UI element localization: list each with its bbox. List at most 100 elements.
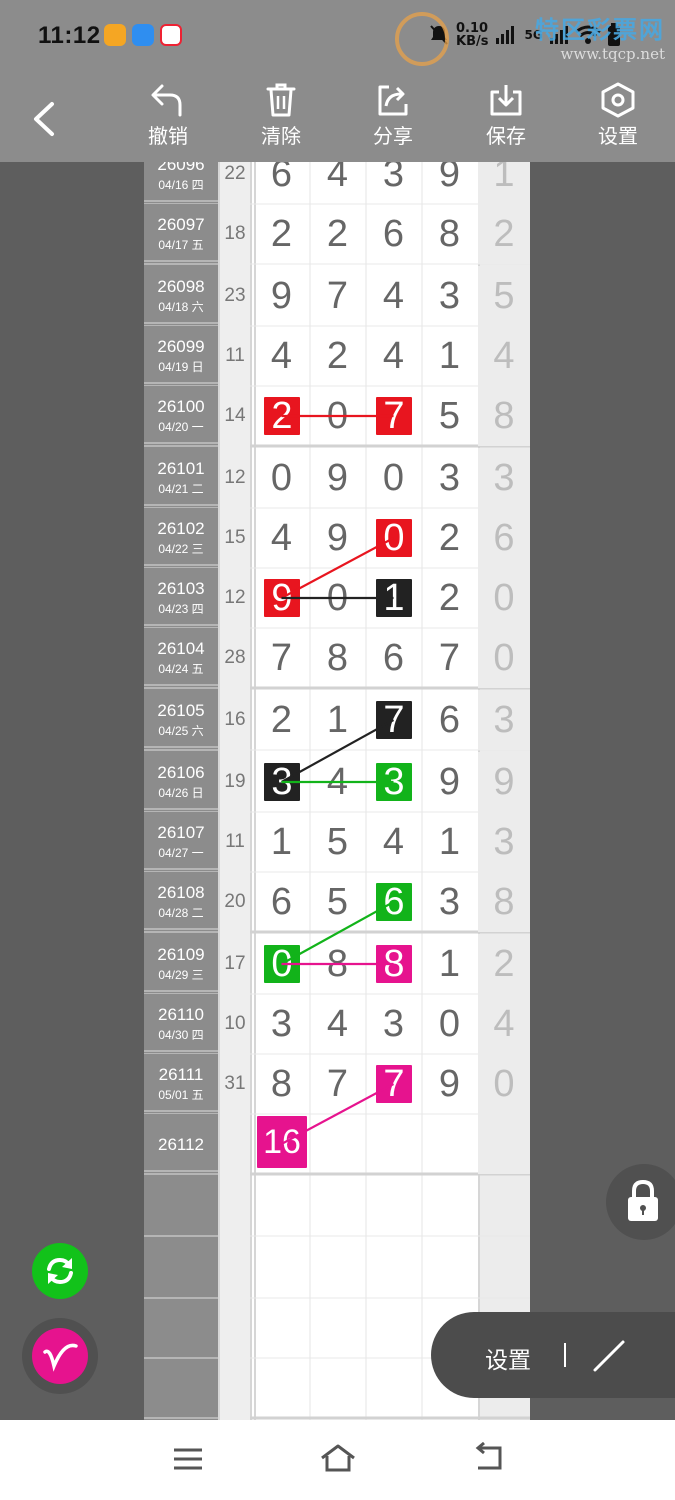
digit-cell[interactable]: 6 bbox=[366, 872, 421, 932]
digit-cell[interactable]: 0 bbox=[366, 448, 421, 508]
digit-cell[interactable]: 4 bbox=[254, 508, 309, 568]
digit-cell[interactable]: 4 bbox=[254, 326, 309, 386]
digit-cell[interactable]: 6 bbox=[254, 162, 309, 204]
net-speed: 0.10 KB/s bbox=[456, 22, 488, 48]
digit-cell[interactable]: 8 bbox=[254, 1054, 309, 1114]
digit-cell[interactable]: 5 bbox=[422, 386, 477, 446]
digit-cell[interactable]: 0 bbox=[422, 994, 477, 1054]
digit-cell[interactable]: 0 bbox=[254, 934, 309, 994]
digit-cell[interactable]: 2 bbox=[310, 326, 365, 386]
digit-cell[interactable]: 2 bbox=[422, 568, 477, 628]
digit-cell[interactable]: 8 bbox=[422, 204, 477, 264]
digit-cell[interactable] bbox=[366, 1114, 421, 1174]
share-button[interactable]: 分享 bbox=[353, 82, 433, 149]
sum-cell: 14 bbox=[220, 386, 250, 446]
undo-icon bbox=[151, 84, 182, 117]
line-tool-icon[interactable] bbox=[589, 1336, 629, 1376]
digit-cell[interactable]: 8 bbox=[310, 628, 365, 688]
digit-cell[interactable]: 4 bbox=[310, 752, 365, 812]
digit-cell[interactable]: 9 bbox=[422, 752, 477, 812]
digit-cell[interactable]: 0 bbox=[254, 448, 309, 508]
brush-button[interactable] bbox=[32, 1328, 88, 1384]
digit-cell[interactable]: 9 bbox=[254, 266, 309, 326]
digit-cell[interactable]: 16 bbox=[254, 1114, 309, 1174]
menu-icon[interactable] bbox=[170, 1444, 206, 1474]
digit-cell[interactable]: 6 bbox=[254, 872, 309, 932]
digit-cell[interactable]: 9 bbox=[254, 568, 309, 628]
digit-cell[interactable]: 1 bbox=[422, 934, 477, 994]
back-nav-icon[interactable] bbox=[470, 1442, 506, 1474]
extra-cell: 5 bbox=[478, 266, 530, 326]
digit-cell[interactable]: 2 bbox=[254, 386, 309, 446]
digit-cell[interactable]: 3 bbox=[366, 752, 421, 812]
drawing-settings-label[interactable]: 设置 bbox=[485, 1341, 531, 1375]
digit-cell[interactable]: 3 bbox=[422, 448, 477, 508]
digit-cell[interactable]: 1 bbox=[366, 568, 421, 628]
refresh-button[interactable] bbox=[32, 1243, 88, 1299]
share-label: 分享 bbox=[373, 124, 413, 148]
digit-cell[interactable]: 5 bbox=[310, 872, 365, 932]
digit-cell[interactable]: 9 bbox=[310, 448, 365, 508]
digit-cell[interactable]: 7 bbox=[366, 386, 421, 446]
digit-cell[interactable]: 9 bbox=[310, 508, 365, 568]
digit-cell[interactable]: 1 bbox=[310, 690, 365, 750]
digit-cell[interactable]: 4 bbox=[366, 812, 421, 872]
digit-cell[interactable]: 2 bbox=[254, 690, 309, 750]
digit-cell[interactable]: 3 bbox=[366, 162, 421, 204]
undo-button[interactable]: 撤销 bbox=[128, 82, 208, 149]
digit-cell[interactable]: 9 bbox=[422, 162, 477, 204]
digit-cell[interactable]: 7 bbox=[254, 628, 309, 688]
drawing-settings-pill[interactable]: 设置 bbox=[431, 1312, 675, 1398]
digit-cell[interactable]: 7 bbox=[422, 628, 477, 688]
digit-cell[interactable]: 4 bbox=[366, 326, 421, 386]
issue-date: 04/28 二 bbox=[158, 906, 204, 920]
extra-cell: 3 bbox=[478, 690, 530, 750]
digit-cell[interactable]: 3 bbox=[422, 872, 477, 932]
digit-cell[interactable]: 2 bbox=[254, 204, 309, 264]
extra-cell: 0 bbox=[478, 1054, 530, 1114]
digit-cell[interactable]: 0 bbox=[310, 386, 365, 446]
digit-cell[interactable]: 6 bbox=[366, 628, 421, 688]
highlighted-digit: 3 bbox=[376, 763, 412, 801]
digit-cell[interactable]: 3 bbox=[366, 994, 421, 1054]
sum-cell: 19 bbox=[220, 752, 250, 812]
digit-cell[interactable]: 7 bbox=[366, 1054, 421, 1114]
digit-cell[interactable]: 3 bbox=[254, 994, 309, 1054]
digit-cell[interactable]: 6 bbox=[366, 204, 421, 264]
back-button[interactable] bbox=[22, 96, 68, 142]
digit-cell[interactable]: 0 bbox=[310, 568, 365, 628]
digit-cell[interactable]: 4 bbox=[366, 266, 421, 326]
digit-cell[interactable]: 1 bbox=[422, 326, 477, 386]
chevron-left-icon bbox=[34, 102, 54, 136]
digit-cell[interactable]: 9 bbox=[422, 1054, 477, 1114]
digit-cell[interactable]: 8 bbox=[310, 934, 365, 994]
digit-cell[interactable]: 7 bbox=[366, 690, 421, 750]
digit-cell[interactable]: 0 bbox=[366, 508, 421, 568]
issue-date: 04/18 六 bbox=[158, 300, 204, 314]
sum-cell: 23 bbox=[220, 266, 250, 326]
digit-cell[interactable]: 7 bbox=[310, 266, 365, 326]
digit-cell[interactable] bbox=[310, 1114, 365, 1174]
digit-cell[interactable]: 1 bbox=[254, 812, 309, 872]
digit-cell[interactable]: 2 bbox=[422, 508, 477, 568]
clear-button[interactable]: 清除 bbox=[241, 82, 321, 149]
digit-cell[interactable]: 7 bbox=[310, 1054, 365, 1114]
home-icon[interactable] bbox=[318, 1442, 358, 1474]
digit-cell[interactable]: 8 bbox=[366, 934, 421, 994]
digit-cell[interactable]: 4 bbox=[310, 994, 365, 1054]
digit-cell[interactable] bbox=[422, 1114, 477, 1174]
table-row: 26101 04/21 二 12 0 9 0 3 3 bbox=[144, 448, 530, 508]
digit-cell[interactable]: 3 bbox=[254, 752, 309, 812]
digit-cell[interactable]: 2 bbox=[310, 204, 365, 264]
digit-cell[interactable]: 1 bbox=[422, 812, 477, 872]
trend-grid[interactable]: 26096 04/16 四 22 6 4 3 9 1 26097 04/17 五 18 2 2 6 8 2 26… bbox=[144, 162, 530, 1420]
digit-cell[interactable]: 5 bbox=[310, 812, 365, 872]
issue-cell: 26099 04/19 日 bbox=[144, 326, 218, 384]
digit-cell[interactable]: 6 bbox=[422, 690, 477, 750]
lock-button[interactable] bbox=[606, 1164, 675, 1240]
save-button[interactable]: 保存 bbox=[466, 82, 546, 149]
digit-cell[interactable]: 3 bbox=[422, 266, 477, 326]
settings-button[interactable]: 设置 bbox=[578, 82, 658, 149]
undo-label: 撤销 bbox=[148, 124, 188, 148]
digit-cell[interactable]: 4 bbox=[310, 162, 365, 204]
